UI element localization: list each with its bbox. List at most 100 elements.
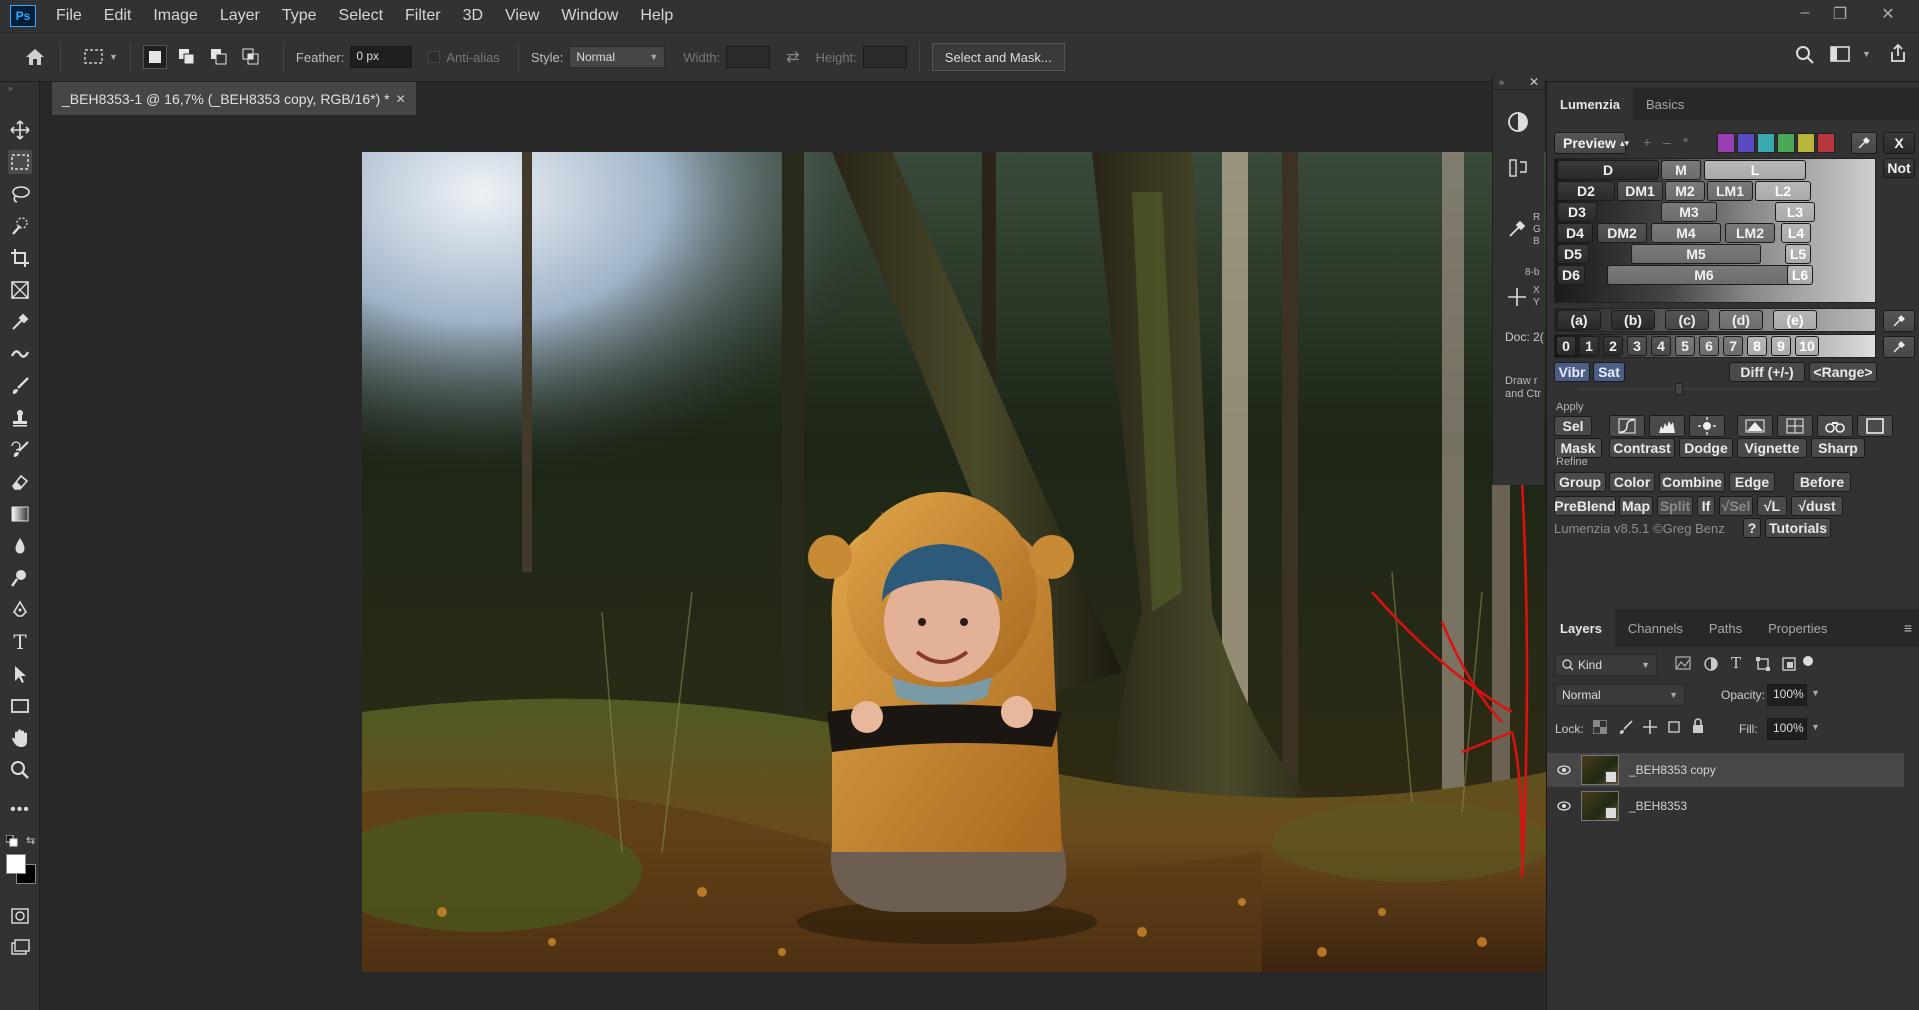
zone-l2[interactable]: L2 bbox=[1755, 181, 1811, 201]
preview-select[interactable]: Preview ▴▾ bbox=[1554, 132, 1629, 154]
zone-lm1[interactable]: LM1 bbox=[1707, 181, 1753, 201]
restore-button[interactable]: ❐ bbox=[1825, 4, 1855, 24]
map-button[interactable]: Map bbox=[1619, 496, 1653, 516]
workspace-icon[interactable] bbox=[1830, 45, 1850, 66]
home-icon[interactable] bbox=[22, 45, 48, 69]
zone-d5[interactable]: D5 bbox=[1557, 244, 1589, 264]
intersect-selection-icon[interactable] bbox=[239, 45, 263, 69]
num-0[interactable]: 0 bbox=[1556, 336, 1576, 356]
marquee-preset-icon[interactable]: ▼ bbox=[83, 48, 118, 66]
zoom-tool-icon[interactable] bbox=[8, 758, 32, 782]
antialias-checkbox[interactable] bbox=[428, 51, 441, 63]
numbers-eyedropper-icon[interactable] bbox=[1883, 336, 1915, 358]
add-selection-icon[interactable] bbox=[175, 45, 199, 69]
opacity-input[interactable]: 100% bbox=[1767, 684, 1807, 706]
zone-eyedropper-icon[interactable] bbox=[1883, 310, 1915, 332]
tutorials-button[interactable]: Tutorials bbox=[1765, 518, 1831, 538]
zone-c[interactable]: (c) bbox=[1665, 310, 1709, 330]
more-tools-icon[interactable]: ••• bbox=[8, 798, 32, 822]
chevron-down-icon[interactable]: ▼ bbox=[1862, 49, 1871, 59]
zone-m3[interactable]: M3 bbox=[1661, 202, 1717, 222]
quick-selection-tool-icon[interactable] bbox=[8, 214, 32, 238]
range-slider-track[interactable] bbox=[1577, 388, 1877, 390]
num-2[interactable]: 2 bbox=[1603, 336, 1623, 356]
binoculars-icon[interactable] bbox=[1817, 415, 1853, 437]
zone-l[interactable]: L bbox=[1704, 160, 1806, 180]
expand-icon[interactable]: » bbox=[1499, 77, 1504, 87]
vibr-button[interactable]: Vibr bbox=[1554, 362, 1590, 382]
swatch-magenta[interactable] bbox=[1717, 133, 1735, 153]
document-tab[interactable]: _BEH8353-1 @ 16,7% (_BEH8353 copy, RGB/1… bbox=[52, 82, 416, 115]
filter-type-icon[interactable]: T bbox=[1731, 654, 1741, 672]
zone-d2[interactable]: D2 bbox=[1557, 181, 1615, 201]
tab-basics[interactable]: Basics bbox=[1633, 88, 1697, 120]
menu-type[interactable]: Type bbox=[282, 7, 317, 25]
vdust-button[interactable]: √dust bbox=[1791, 496, 1843, 516]
swatch-red[interactable] bbox=[1817, 133, 1835, 153]
color-button[interactable]: Color bbox=[1609, 472, 1655, 492]
num-5[interactable]: 5 bbox=[1675, 336, 1695, 356]
menu-layer[interactable]: Layer bbox=[220, 7, 260, 25]
menu-select[interactable]: Select bbox=[339, 7, 383, 25]
chevron-down-icon[interactable]: ▼ bbox=[1811, 688, 1820, 698]
menu-3d[interactable]: 3D bbox=[463, 7, 483, 25]
num-1[interactable]: 1 bbox=[1579, 336, 1599, 356]
lock-transparent-icon[interactable] bbox=[1592, 719, 1608, 739]
num-7[interactable]: 7 bbox=[1723, 336, 1743, 356]
split-button[interactable]: Split bbox=[1657, 496, 1693, 516]
zone-l4[interactable]: L4 bbox=[1781, 223, 1811, 243]
eraser-tool-icon[interactable] bbox=[8, 470, 32, 494]
layer-filter-select[interactable]: Kind ▼ bbox=[1555, 654, 1657, 676]
healing-brush-tool-icon[interactable] bbox=[8, 342, 32, 366]
gradient-map-icon[interactable] bbox=[1737, 415, 1773, 437]
frame-icon[interactable] bbox=[1857, 415, 1893, 437]
subtract-selection-icon[interactable] bbox=[207, 45, 231, 69]
default-colors-icon[interactable] bbox=[5, 834, 18, 852]
visibility-eye-icon[interactable] bbox=[1555, 765, 1573, 775]
not-button[interactable]: Not bbox=[1883, 158, 1915, 178]
zone-m2[interactable]: M2 bbox=[1665, 181, 1705, 201]
zone-m5[interactable]: M5 bbox=[1631, 244, 1761, 264]
info-eyedropper-icon[interactable] bbox=[1507, 219, 1527, 244]
vsel-button[interactable]: √Sel bbox=[1719, 496, 1753, 516]
blend-mode-select[interactable]: Normal ▼ bbox=[1555, 684, 1685, 706]
zone-d4[interactable]: D4 bbox=[1557, 223, 1593, 243]
zone-m[interactable]: M bbox=[1661, 160, 1701, 180]
filter-toggle-icon[interactable] bbox=[1803, 656, 1813, 666]
vignette-button[interactable]: Vignette bbox=[1737, 438, 1807, 458]
path-selection-tool-icon[interactable] bbox=[8, 662, 32, 686]
zone-e[interactable]: (e) bbox=[1773, 310, 1817, 330]
num-8[interactable]: 8 bbox=[1747, 336, 1767, 356]
crop-tool-icon[interactable] bbox=[8, 246, 32, 270]
group-button[interactable]: Group bbox=[1554, 472, 1606, 492]
filter-pixel-icon[interactable] bbox=[1675, 656, 1691, 675]
zone-dm2[interactable]: DM2 bbox=[1597, 223, 1647, 243]
frame-tool-icon[interactable] bbox=[8, 278, 32, 302]
dodge-button[interactable]: Dodge bbox=[1679, 438, 1733, 458]
move-tool-icon[interactable] bbox=[8, 118, 32, 142]
lasso-tool-icon[interactable] bbox=[8, 182, 32, 206]
lock-position-icon[interactable] bbox=[1643, 720, 1657, 739]
zone-m6[interactable]: M6 bbox=[1607, 265, 1801, 285]
menu-view[interactable]: View bbox=[505, 7, 539, 25]
rectangular-marquee-tool-icon[interactable] bbox=[8, 150, 32, 174]
style-select[interactable]: Normal ▼ bbox=[569, 46, 666, 68]
lumenzia-eyedropper-icon[interactable] bbox=[1851, 132, 1877, 154]
zone-d[interactable]: D bbox=[1557, 160, 1659, 180]
clone-stamp-tool-icon[interactable] bbox=[8, 406, 32, 430]
lock-all-icon[interactable] bbox=[1691, 718, 1705, 739]
visibility-eye-icon[interactable] bbox=[1555, 801, 1573, 811]
share-icon[interactable] bbox=[1888, 43, 1908, 66]
zone-l3[interactable]: L3 bbox=[1775, 202, 1815, 222]
type-tool-icon[interactable]: T bbox=[8, 630, 32, 654]
fill-input[interactable]: 100% bbox=[1767, 718, 1807, 740]
channel-mixer-icon[interactable] bbox=[1777, 415, 1813, 437]
new-selection-icon[interactable] bbox=[142, 45, 167, 69]
diff-button[interactable]: Diff (+/-) bbox=[1729, 362, 1805, 382]
lumenzia-close-button[interactable]: X bbox=[1883, 132, 1915, 154]
foreground-color-swatch[interactable] bbox=[6, 854, 26, 874]
menu-help[interactable]: Help bbox=[640, 7, 673, 25]
minus-icon[interactable]: – bbox=[1663, 134, 1671, 150]
zone-l5[interactable]: L5 bbox=[1785, 244, 1811, 264]
quick-mask-icon[interactable] bbox=[8, 904, 32, 928]
